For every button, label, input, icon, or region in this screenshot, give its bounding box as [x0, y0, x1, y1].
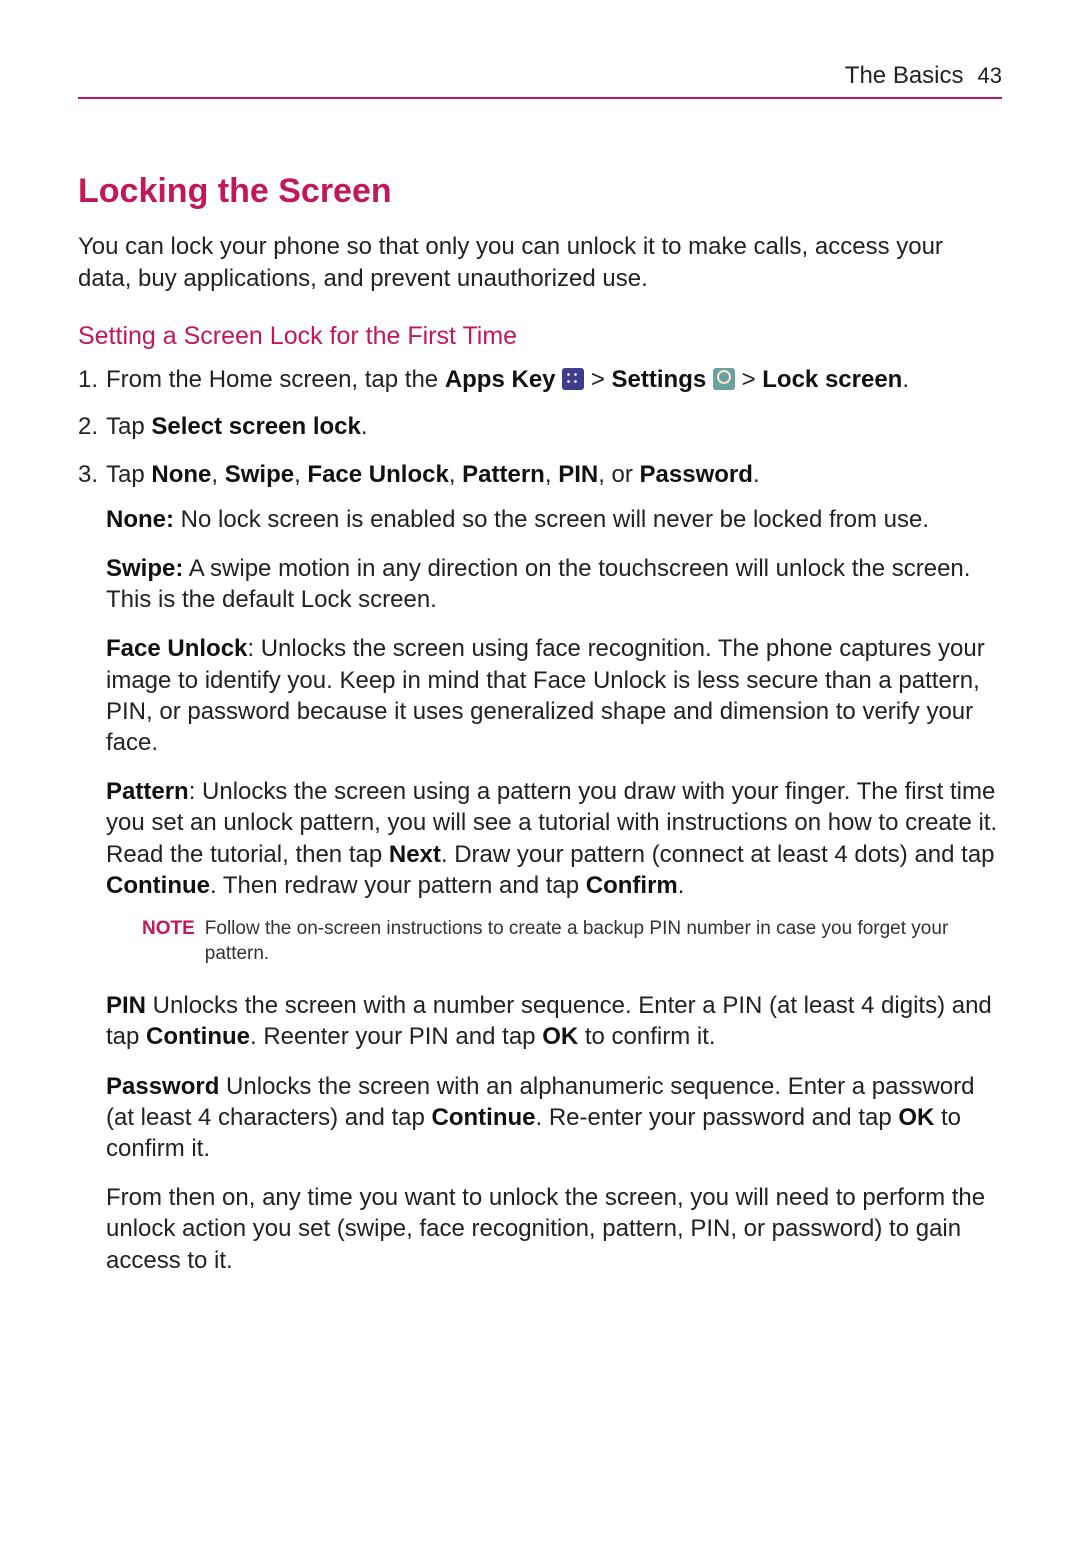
- step-2: Tap Select screen lock.: [78, 411, 1002, 442]
- option-password: Password: [640, 461, 753, 488]
- text: From the Home screen, tap the: [106, 366, 445, 393]
- separator: >: [584, 366, 611, 393]
- label: Face Unlock: [106, 635, 247, 662]
- settings-label: Settings: [612, 366, 707, 393]
- lock-screen-label: Lock screen: [762, 366, 902, 393]
- note-label: NOTE: [142, 917, 195, 966]
- ok-label: OK: [898, 1104, 934, 1131]
- step-1: From the Home screen, tap the Apps Key >…: [78, 364, 1002, 395]
- option-face-unlock: Face Unlock: [307, 461, 448, 488]
- desc-swipe: Swipe: A swipe motion in any direction o…: [106, 553, 1002, 615]
- continue-label: Continue: [106, 872, 210, 899]
- text: ,: [211, 461, 224, 488]
- desc-face-unlock: Face Unlock: Unlocks the screen using fa…: [106, 633, 1002, 758]
- text: ,: [449, 461, 462, 488]
- label: Pattern: [106, 778, 189, 805]
- next-label: Next: [389, 841, 441, 868]
- apps-key-icon: [562, 368, 584, 390]
- text: ,: [294, 461, 307, 488]
- option-swipe: Swipe: [225, 461, 294, 488]
- continue-label: Continue: [432, 1104, 536, 1131]
- text: . Re-enter your password and tap: [535, 1104, 898, 1131]
- confirm-label: Confirm: [586, 872, 678, 899]
- intro-paragraph: You can lock your phone so that only you…: [78, 231, 1002, 293]
- desc-none: None: No lock screen is enabled so the s…: [106, 504, 1002, 535]
- step-3: Tap None, Swipe, Face Unlock, Pattern, P…: [78, 459, 1002, 1276]
- text: . Draw your pattern (connect at least 4 …: [441, 841, 995, 868]
- option-pin: PIN: [558, 461, 598, 488]
- text: Tap: [106, 461, 151, 488]
- text: .: [902, 366, 909, 393]
- text: . Then redraw your pattern and tap: [210, 872, 586, 899]
- text: ,: [545, 461, 558, 488]
- desc-pin: PIN Unlocks the screen with a number seq…: [106, 990, 1002, 1052]
- note-block: NOTE Follow the on-screen instructions t…: [106, 907, 1002, 976]
- option-none: None: [151, 461, 211, 488]
- page-title: Locking the Screen: [78, 169, 1002, 213]
- header-page-number: 43: [978, 62, 1002, 91]
- outro-paragraph: From then on, any time you want to unloc…: [106, 1182, 1002, 1276]
- text: Tap: [106, 413, 151, 440]
- steps-list: From the Home screen, tap the Apps Key >…: [78, 364, 1002, 1276]
- option-pattern: Pattern: [462, 461, 545, 488]
- label: Swipe:: [106, 555, 183, 582]
- section-heading: Setting a Screen Lock for the First Time: [78, 320, 1002, 353]
- text: .: [361, 413, 368, 440]
- header-section-title: The Basics: [845, 60, 964, 91]
- label: None:: [106, 506, 174, 533]
- text: .: [753, 461, 760, 488]
- ok-label: OK: [542, 1023, 578, 1050]
- page-header: The Basics 43: [78, 60, 1002, 99]
- select-screen-lock-label: Select screen lock: [151, 413, 360, 440]
- label: Password: [106, 1073, 219, 1100]
- note-text: Follow the on-screen instructions to cre…: [205, 917, 1002, 966]
- desc-pattern: Pattern: Unlocks the screen using a patt…: [106, 776, 1002, 901]
- text: .: [678, 872, 685, 899]
- text: to confirm it.: [578, 1023, 715, 1050]
- label: PIN: [106, 992, 146, 1019]
- text: , or: [598, 461, 639, 488]
- text: . Reenter your PIN and tap: [250, 1023, 542, 1050]
- continue-label: Continue: [146, 1023, 250, 1050]
- separator: >: [735, 366, 762, 393]
- text: A swipe motion in any direction on the t…: [106, 555, 970, 613]
- desc-password: Password Unlocks the screen with an alph…: [106, 1071, 1002, 1165]
- text: No lock screen is enabled so the screen …: [174, 506, 929, 533]
- settings-icon: [713, 368, 735, 390]
- apps-key-label: Apps Key: [445, 366, 556, 393]
